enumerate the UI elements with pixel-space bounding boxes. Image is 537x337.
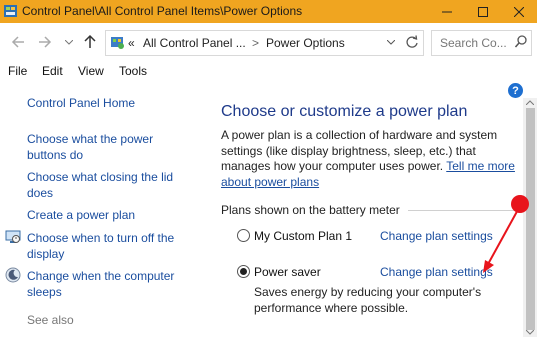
annotation-arrow xyxy=(483,195,529,273)
